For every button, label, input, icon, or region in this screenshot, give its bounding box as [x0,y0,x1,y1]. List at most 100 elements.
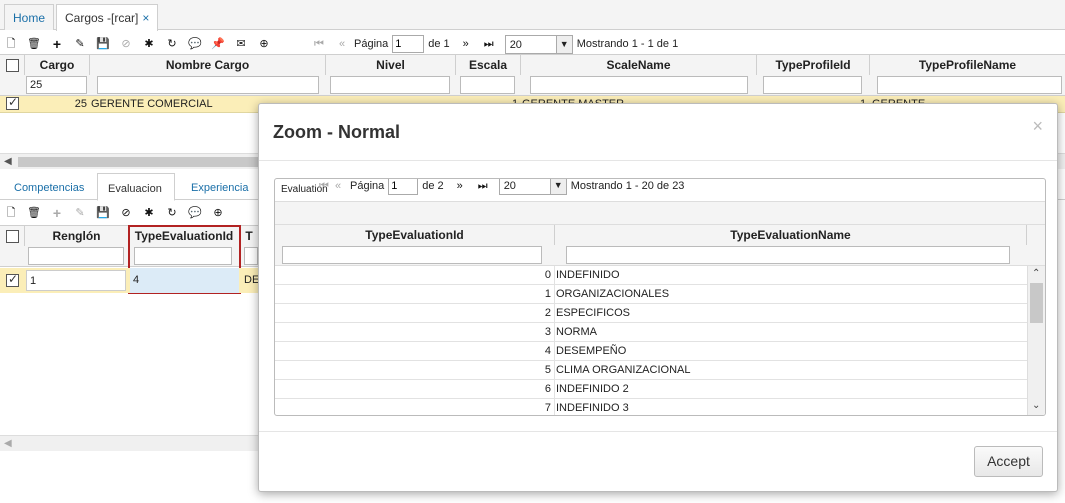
col-typeprofileid[interactable]: TypeProfileId [757,55,870,75]
page-label: Página [354,38,389,50]
close-icon[interactable]: × [142,11,149,25]
filter-typeevaluationname[interactable] [566,246,1010,264]
cell-id: 2 [544,307,551,319]
col-partial[interactable]: T [240,226,258,246]
tab-competencias[interactable]: Competencias [6,179,92,197]
new-icon[interactable]: 🗋 [3,36,19,52]
page-of-label: de 1 [428,38,450,50]
cell-id: 3 [544,326,551,338]
select-all-checkbox[interactable] [6,230,19,243]
bottom-hscrollbar[interactable]: ◀ [0,435,258,451]
delete-icon[interactable]: 🗑 [26,36,42,52]
cell-name: CLIMA ORGANIZACIONAL [556,364,691,376]
list-item[interactable]: 7 INDEFINIDO 3 [275,399,1027,415]
tab-cargos[interactable]: Cargos -[rcar] × [56,4,159,31]
page-size-value: 20 [503,180,516,192]
settings-icon[interactable]: ✱ [141,36,157,52]
tab-evaluacion[interactable]: Evaluacion [97,173,175,201]
list-item[interactable]: 6 INDEFINIDO 2 [275,380,1027,399]
filter-cargo[interactable]: 25 [26,76,87,94]
col-typeprofilename[interactable]: TypeProfileName [870,55,1065,75]
tab-home[interactable]: Home [4,4,55,30]
next-page-icon[interactable]: » [458,36,474,52]
chevron-down-icon: ▼ [549,179,566,194]
last-page-icon[interactable]: ⏭ [481,36,497,52]
cell-divider [554,266,555,285]
mail-icon[interactable]: ✉ [233,36,249,52]
col-typeevaluationname[interactable]: TypeEvaluationName [555,225,1027,245]
page-size-select[interactable]: 20 ▼ [504,34,573,54]
scroll-left-icon[interactable]: ◀ [4,438,12,449]
filter-typeevaluationid[interactable] [282,246,542,264]
filter-scalename[interactable] [530,76,748,94]
settings-icon[interactable]: ✱ [141,205,157,221]
close-icon[interactable]: × [1032,116,1043,137]
refresh-icon[interactable]: ↻ [164,205,180,221]
save-icon[interactable]: 💾 [95,205,111,221]
pin-icon[interactable]: 📌 [210,36,226,52]
cell-divider [554,399,555,415]
scroll-left-icon[interactable]: ◀ [4,156,12,167]
accept-button[interactable]: Accept [974,446,1043,477]
tab-competencias-label: Competencias [14,182,85,194]
list-item[interactable]: 4 DESEMPEÑO [275,342,1027,361]
cancel-icon[interactable]: ⊘ [118,205,134,221]
filter-escala[interactable] [460,76,515,94]
group-bar [275,201,1045,225]
col-nombre-cargo[interactable]: Nombre Cargo [90,55,326,75]
filter-renglon[interactable] [28,247,124,265]
delete-icon[interactable]: 🗑 [26,205,42,221]
scroll-down-icon[interactable]: ⌄ [1032,400,1040,411]
modal-vscrollbar[interactable]: ⌃ ⌄ [1027,266,1045,415]
comment-icon[interactable]: 💬 [187,36,203,52]
list-item[interactable]: 5 CLIMA ORGANIZACIONAL [275,361,1027,380]
comment-icon[interactable]: 💬 [187,205,203,221]
first-page-icon[interactable]: ⏮ [311,36,327,52]
col-typeevaluationid[interactable]: TypeEvaluationId [275,225,555,245]
filter-typeprofilename[interactable] [877,76,1062,94]
row-checkbox[interactable] [6,95,19,110]
scroll-up-icon[interactable]: ⌃ [1032,268,1040,279]
cell-id: 5 [544,364,551,376]
list-item[interactable]: 3 NORMA [275,323,1027,342]
page-size-select[interactable]: 20 ▼ [498,179,567,195]
filter-nivel[interactable] [330,76,450,94]
modal-toolbar: Evaluation ⏮ « Página de 2 » ⏭ 20▼ Mostr… [275,179,1045,201]
filter-nombre[interactable] [97,76,319,94]
tab-experiencia[interactable]: Experiencia [183,179,256,197]
save-icon[interactable]: 💾 [95,36,111,52]
page-input[interactable] [392,35,425,53]
row-checkbox[interactable] [6,272,19,287]
prev-page-icon[interactable]: « [330,179,346,194]
list-item[interactable]: 2 ESPECIFICOS [275,304,1027,323]
col-escala[interactable]: Escala [456,55,521,75]
cell-renglon[interactable]: 1 [26,270,126,291]
col-scalename[interactable]: ScaleName [521,55,757,75]
filter-partial[interactable] [244,247,258,265]
last-page-icon[interactable]: ⏭ [475,179,491,194]
edit-icon[interactable]: ✎ [72,36,88,52]
cell-typeevaluationid[interactable]: 4 [130,268,239,293]
col-cargo[interactable]: Cargo [25,55,90,75]
next-page-icon[interactable]: » [452,179,468,194]
list-item[interactable]: 1 ORGANIZACIONALES [275,285,1027,304]
col-nivel[interactable]: Nivel [326,55,456,75]
filter-typeprofileid[interactable] [763,76,862,94]
table-row[interactable]: 1 4 DE [0,268,259,293]
page-input[interactable] [388,179,419,195]
list-item[interactable]: 0 INDEFINIDO [275,266,1027,285]
edit-icon[interactable]: ✎ [72,205,88,221]
select-all-checkbox[interactable] [6,59,19,72]
cancel-icon[interactable]: ⊘ [118,36,134,52]
prev-page-icon[interactable]: « [334,36,350,52]
scroll-thumb[interactable] [1030,283,1043,323]
add-circle-icon[interactable]: ⊕ [256,36,272,52]
col-renglon[interactable]: Renglón [25,226,129,246]
cell-divider [554,342,555,361]
add-icon[interactable]: + [49,36,65,52]
add-circle-icon[interactable]: ⊕ [210,205,226,221]
refresh-icon[interactable]: ↻ [164,36,180,52]
scroll-thumb[interactable] [18,157,278,167]
new-icon[interactable]: 🗋 [3,205,19,221]
add-icon[interactable]: + [49,205,65,221]
